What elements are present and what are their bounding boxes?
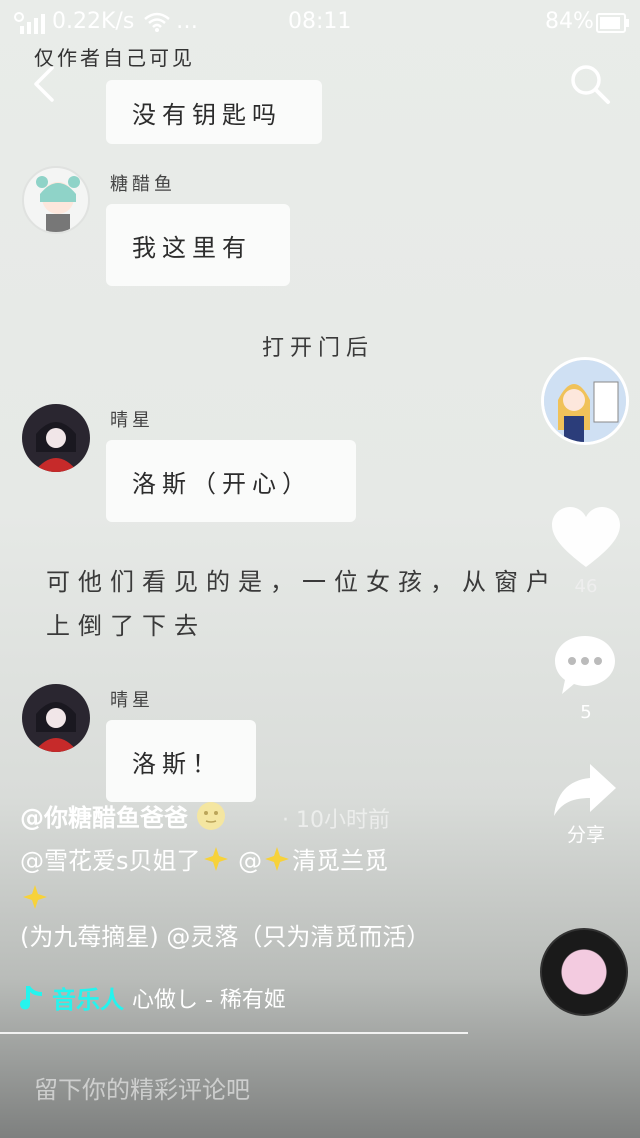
caption-text: @雪花爱s贝姐了 @ 清觅兰觅 (为九莓摘星) @灵落（只为清觅而活）	[20, 842, 460, 956]
chat-username: 糖醋鱼	[110, 174, 176, 195]
mention-prefix: @	[230, 847, 263, 875]
search-button[interactable]	[568, 62, 612, 106]
clock: 08:11	[288, 9, 352, 34]
mention-link[interactable]: 清觅兰觅	[292, 847, 388, 875]
signal-icon	[14, 12, 48, 40]
battery-icon	[596, 13, 630, 39]
avatar	[22, 404, 90, 472]
status-bar: 0.22K/s … 08:11 84%	[0, 0, 640, 46]
creator-avatar[interactable]	[541, 357, 629, 445]
heart-icon	[552, 507, 620, 567]
avatar	[22, 684, 90, 752]
battery-level: 84%	[545, 9, 594, 34]
chat-bubble: 洛斯（开心）	[106, 440, 356, 522]
narration-text: 可他们看见的是，一位女孩，从窗户上倒了下去	[46, 568, 558, 640]
song-title: 心做し - 稀有姬	[132, 987, 286, 1013]
network-speed: 0.22K/s	[52, 9, 135, 34]
chat-bubble: 我这里有	[106, 204, 290, 286]
chat-bubble: 没有钥匙吗	[106, 80, 322, 144]
share-arrow-icon	[554, 764, 616, 816]
chat-username: 晴星	[110, 690, 154, 711]
divider	[0, 1032, 468, 1034]
comment-icon	[555, 636, 615, 694]
mention-link[interactable]: (为九莓摘星) @灵落（只为清觅而活）	[20, 923, 430, 951]
moon-face-emoji-icon	[197, 802, 226, 830]
mention-link[interactable]: @雪花爱s贝姐了	[20, 847, 201, 875]
music-note-icon	[20, 985, 42, 1009]
author-name: @你糖醋鱼爸爸	[20, 804, 188, 832]
comment-count: 5	[580, 702, 592, 723]
more-notifications: …	[176, 9, 198, 34]
share-button[interactable]	[552, 762, 618, 818]
music-tag: 音乐人	[52, 986, 124, 1014]
comment-button[interactable]	[552, 632, 618, 698]
avatar	[22, 166, 90, 234]
music-disc-button[interactable]	[540, 928, 628, 1016]
back-button[interactable]	[26, 62, 66, 106]
like-count: 46	[574, 576, 598, 597]
chat-bubble: 洛斯！	[106, 720, 256, 802]
sparkles-emoji-icon	[23, 885, 47, 909]
comment-input[interactable]: 留下你的精彩评论吧	[34, 1070, 250, 1105]
music-row[interactable]: 音乐人 心做し - 稀有姬	[20, 980, 286, 1015]
chevron-left-icon	[34, 66, 54, 102]
like-button[interactable]	[550, 505, 622, 571]
sparkles-emoji-icon	[265, 847, 290, 871]
wifi-icon	[144, 12, 170, 38]
post-time: · 10小时前	[282, 808, 390, 833]
scene-caption: 打开门后	[262, 336, 375, 361]
search-icon	[571, 65, 610, 104]
author-handle[interactable]: @你糖醋鱼爸爸	[20, 798, 226, 833]
share-label: 分享	[566, 824, 605, 846]
chat-username: 晴星	[110, 410, 154, 431]
sparkles-emoji-icon	[203, 847, 228, 871]
